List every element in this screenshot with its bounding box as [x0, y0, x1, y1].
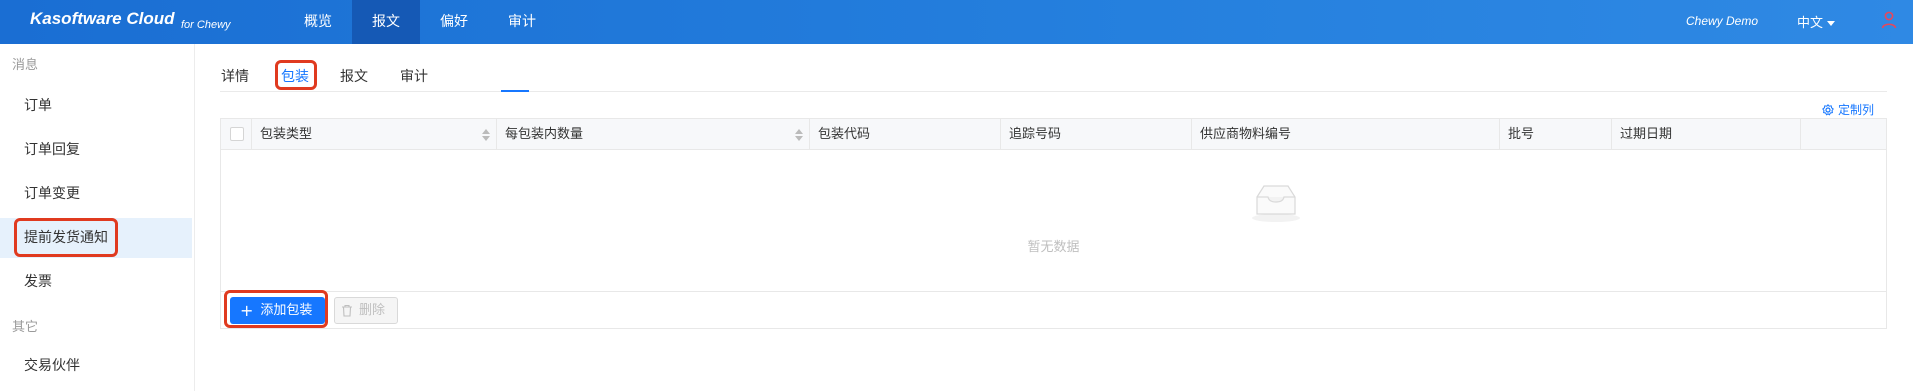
select-all-checkbox[interactable] [230, 127, 244, 141]
column-package-type[interactable]: 包装类型 [252, 119, 497, 150]
tab-bar: 详情 包装 报文 审计 [220, 56, 1887, 92]
sidebar-item-asn[interactable]: 提前发货通知 [0, 218, 192, 258]
brand-subtitle: for Chewy [181, 19, 231, 31]
sidebar-group-messages: 消息 [12, 58, 39, 73]
sidebar-item-trading-partners[interactable]: 交易伙伴 [0, 346, 192, 386]
column-vendor-part-number: 供应商物料编号 [1192, 119, 1500, 150]
brand-logo[interactable]: Kasoftware Cloud [30, 9, 175, 29]
language-label: 中文 [1797, 16, 1824, 31]
nav-audit[interactable]: 审计 [488, 0, 556, 44]
column-package-code: 包装代码 [810, 119, 1001, 150]
select-all-cell [221, 119, 252, 150]
tab-details[interactable]: 详情 [221, 66, 249, 86]
sidebar-item-order-change[interactable]: 订单变更 [0, 174, 192, 214]
user-icon[interactable] [1881, 11, 1897, 29]
packaging-table: 包装类型 每包装内数量 包装代码 追踪号码 供应商物料编号 批号 过期日期 暂无… [220, 118, 1887, 329]
nav-overview[interactable]: 概览 [284, 0, 352, 44]
nav-messages[interactable]: 报文 [352, 0, 420, 44]
column-expiry-date: 过期日期 [1612, 119, 1801, 150]
language-selector[interactable]: 中文 [1797, 12, 1836, 31]
sidebar: 消息 订单 订单回复 订单变更 提前发货通知 发票 其它 交易伙伴 [0, 44, 195, 391]
gear-icon [1822, 103, 1834, 116]
column-quantity-label: 每包装内数量 [505, 127, 584, 142]
sidebar-group-other: 其它 [12, 320, 39, 335]
sidebar-item-orders[interactable]: 订单 [0, 86, 192, 126]
table-footer: + 添加包装 删除 [221, 291, 1886, 328]
column-tracking-number: 追踪号码 [1001, 119, 1192, 150]
tab-packaging[interactable]: 包装 [281, 66, 309, 86]
table-header: 包装类型 每包装内数量 包装代码 追踪号码 供应商物料编号 批号 过期日期 [221, 119, 1886, 150]
customize-columns-label: 定制列 [1838, 103, 1875, 117]
tab-audit[interactable]: 审计 [400, 66, 428, 86]
delete-label: 删除 [359, 303, 386, 318]
column-quantity-per-package[interactable]: 每包装内数量 [497, 119, 810, 150]
delete-button[interactable]: 删除 [334, 297, 398, 324]
tab-messages[interactable]: 报文 [340, 66, 368, 86]
top-bar: Kasoftware Cloud for Chewy 概览 报文 偏好 审计 C… [0, 0, 1913, 44]
chevron-down-icon [1827, 21, 1836, 26]
column-package-type-label: 包装类型 [260, 127, 313, 142]
sidebar-item-order-response[interactable]: 订单回复 [0, 130, 192, 170]
add-package-button[interactable]: + 添加包装 [230, 297, 325, 324]
plus-icon: + [240, 301, 254, 320]
column-lot-number: 批号 [1500, 119, 1612, 150]
empty-text: 暂无数据 [1027, 240, 1080, 255]
sidebar-item-invoice[interactable]: 发票 [0, 262, 192, 302]
sort-icon[interactable] [482, 129, 490, 141]
trash-icon [342, 304, 352, 317]
customize-columns-button[interactable]: 定制列 [1822, 101, 1874, 118]
add-package-label: 添加包装 [260, 303, 313, 318]
user-name[interactable]: Chewy Demo [1686, 14, 1758, 28]
empty-inbox-icon [1252, 185, 1300, 222]
empty-state: 暂无数据 [221, 150, 1886, 290]
top-nav: 概览 报文 偏好 审计 [284, 0, 556, 44]
sort-icon[interactable] [795, 129, 803, 141]
nav-preferences[interactable]: 偏好 [420, 0, 488, 44]
active-tab-indicator [501, 90, 529, 92]
